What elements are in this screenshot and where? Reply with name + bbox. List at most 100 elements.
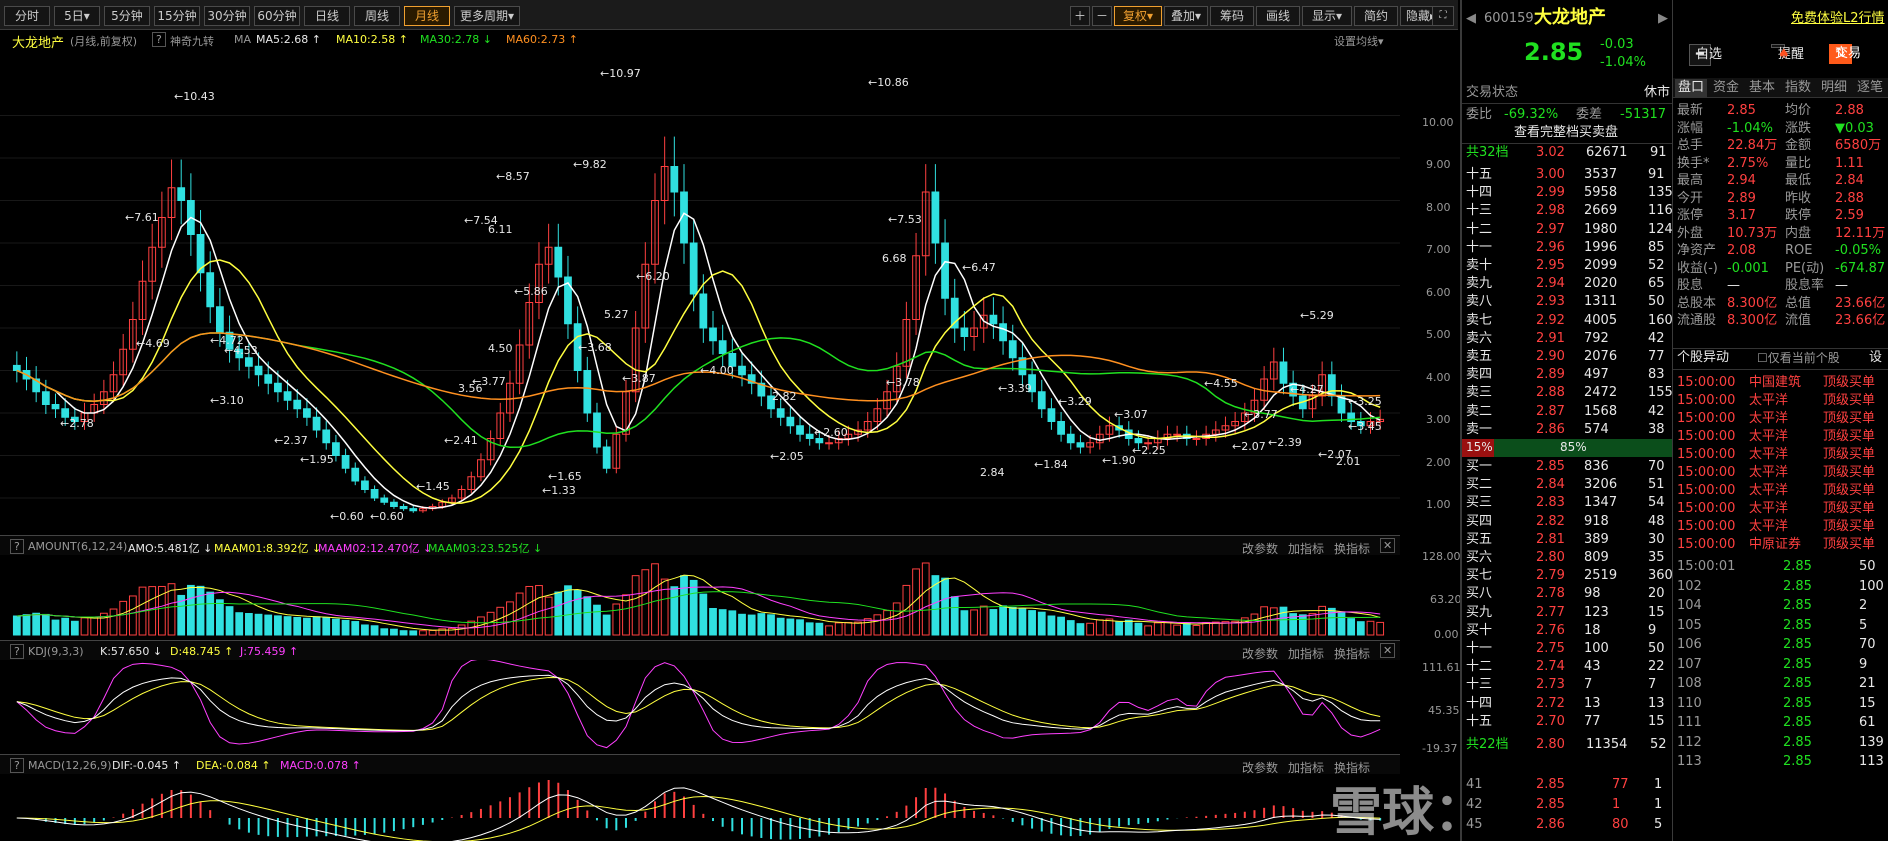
zoom-out-button[interactable]: － (1092, 6, 1112, 26)
ask-volume: 792 (1584, 330, 1609, 346)
trade-price: 2.85 (1783, 656, 1812, 672)
candle-body (274, 382, 282, 393)
alerts-settings[interactable]: 设 (1869, 349, 1882, 367)
expand-icon[interactable]: ⛶ (1432, 6, 1454, 26)
period-tab-15min[interactable]: 15分钟 (154, 6, 200, 26)
simple-button[interactable]: 简约 (1354, 6, 1398, 26)
kdj-d-line (16, 676, 1381, 731)
bid-row: 十五 2.70 77 15 (1462, 713, 1672, 731)
close-icon[interactable]: ✕ (1380, 643, 1396, 658)
kdj-label: KDJ(9,3,3) (28, 645, 84, 658)
bid-row: 买三 2.83 1347 54 (1462, 494, 1672, 512)
kdj-k-line (16, 674, 1381, 732)
amount-bar (148, 586, 157, 636)
trade-button[interactable]: 交易 ⇅ (1829, 44, 1861, 64)
trade-volume: 2 (1859, 598, 1868, 613)
amount-bar (1086, 622, 1094, 636)
next-stock-icon[interactable]: ▶ (1658, 10, 1668, 28)
amount-bar (399, 630, 408, 636)
maam01-text: MAAM01:8.392亿 (214, 542, 309, 555)
tab-basic[interactable]: 基本 (1749, 79, 1775, 97)
period-tab-60min[interactable]: 60分钟 (254, 6, 300, 26)
amount-bar (554, 591, 563, 636)
quote-value: 8.300亿 (1727, 313, 1778, 328)
quote-row: 换手* 2.75% 量比 1.11 (1673, 155, 1888, 173)
ask-row: 卖二 2.87 1568 42 (1462, 403, 1672, 421)
help-icon[interactable]: ? (10, 758, 24, 773)
bid-price: 2.74 (1536, 659, 1565, 675)
free-l2-link[interactable]: 免费体验L2行情 (1791, 10, 1885, 28)
trade-volume: 5 (1859, 617, 1868, 633)
ask-price: 2.89 (1536, 367, 1565, 383)
price-annotation: ←2.05 (770, 450, 804, 463)
tick-volume: 77 (1612, 777, 1629, 792)
tab-tick[interactable]: 逐笔 (1857, 79, 1883, 97)
quote-row: 今开 2.89 昨收 2.88 (1673, 190, 1888, 208)
period-tab-weekly[interactable]: 周线 (354, 6, 400, 26)
price-annotation: 6.68 (882, 252, 907, 265)
candle-body (805, 433, 814, 439)
annotation-text: 10.86 (877, 76, 909, 89)
adjust-dropdown[interactable]: 复权▾ (1114, 6, 1162, 26)
candle-body (254, 365, 263, 376)
amount-bar (660, 578, 669, 636)
kline-chart-area: 大龙地产 (月线,前复权) ? 神奇九转 MA MA5:2.68 ↑ MA10:… (0, 30, 1747, 841)
watchlist-button[interactable]: 自选 ━ (1689, 44, 1722, 66)
period-tab-5min[interactable]: 5分钟 (104, 6, 150, 26)
tab-order-book[interactable]: 盘口 (1675, 79, 1708, 97)
price-annotation: ←5.29 (1300, 309, 1334, 322)
display-dropdown[interactable]: 显示▾ (1302, 6, 1352, 26)
annotation-text: 2.25 (1141, 444, 1166, 457)
alerts-filter-checkbox[interactable]: ☐ 仅看当前个股 (1757, 349, 1840, 367)
annotation-text: 8.57 (505, 170, 530, 183)
annotation-text: 2.82 (772, 390, 797, 403)
quote-tabs: 盘口 资金 基本 指数 明细 逐笔 (1673, 78, 1888, 98)
prev-stock-icon[interactable]: ◀ (1466, 10, 1476, 28)
ask-level: 十五 (1466, 167, 1493, 182)
chips-button[interactable]: 筹码 (1210, 6, 1254, 26)
period-tab-5day[interactable]: 5日▾ (54, 6, 100, 26)
amount-bar (1028, 610, 1036, 636)
price-annotation: ←10.97 (600, 67, 641, 80)
draw-button[interactable]: 画线 (1256, 6, 1300, 26)
ask-volume: 574 (1584, 421, 1609, 437)
amount-bar (32, 612, 41, 636)
bid-row: 买九 2.77 123 15 (1462, 604, 1672, 622)
quote-label: 内盘 (1785, 225, 1812, 241)
alert-type: 顶级买单 (1823, 537, 1876, 552)
tab-funds[interactable]: 资金 (1713, 79, 1739, 97)
quote-value: — (1835, 278, 1848, 293)
period-tab-daily[interactable]: 日线 (304, 6, 350, 26)
price-annotation: ←2.37 (274, 434, 308, 447)
candle-body (351, 467, 360, 482)
quote-row: 股息 — 股息率 — (1673, 277, 1888, 295)
amount-bar (264, 614, 273, 636)
amount-bar (747, 614, 756, 636)
annotation-text: 5.27 (604, 308, 629, 321)
period-more-dropdown[interactable]: 更多周期▾ (454, 6, 520, 26)
tab-detail[interactable]: 明细 (1821, 79, 1847, 97)
ask-level: 卖三 (1466, 385, 1493, 401)
tab-index[interactable]: 指数 (1785, 79, 1811, 97)
candle-body (12, 364, 21, 371)
price-annotation: ←5.86 (514, 285, 548, 298)
alert-type: 顶级买单 (1823, 519, 1876, 534)
overlay-dropdown[interactable]: 叠加▾ (1164, 6, 1208, 26)
zoom-in-button[interactable]: ＋ (1070, 6, 1090, 26)
bid-count: 20 (1648, 586, 1665, 602)
tick-row: 45 2.86 80 5 (1462, 816, 1672, 834)
amount-bar (689, 579, 698, 636)
remind-button[interactable]: 提醒 ♠ (1771, 44, 1804, 62)
help-icon[interactable]: ? (10, 539, 24, 554)
bid-volume: 389 (1584, 531, 1609, 547)
amount-bar (419, 630, 427, 636)
candle-body (1076, 442, 1085, 448)
period-tab-monthly[interactable]: 月线 (404, 6, 450, 26)
trade-volume: 100 (1859, 578, 1884, 594)
period-tab-minute[interactable]: 分时 (4, 6, 50, 26)
price-annotation: ←9.82 (573, 158, 607, 171)
full-book-link[interactable]: 查看完整档买卖盘 (1514, 124, 1618, 142)
period-tab-30min[interactable]: 30分钟 (204, 6, 250, 26)
close-icon[interactable]: ✕ (1380, 538, 1396, 553)
help-icon[interactable]: ? (10, 644, 24, 659)
